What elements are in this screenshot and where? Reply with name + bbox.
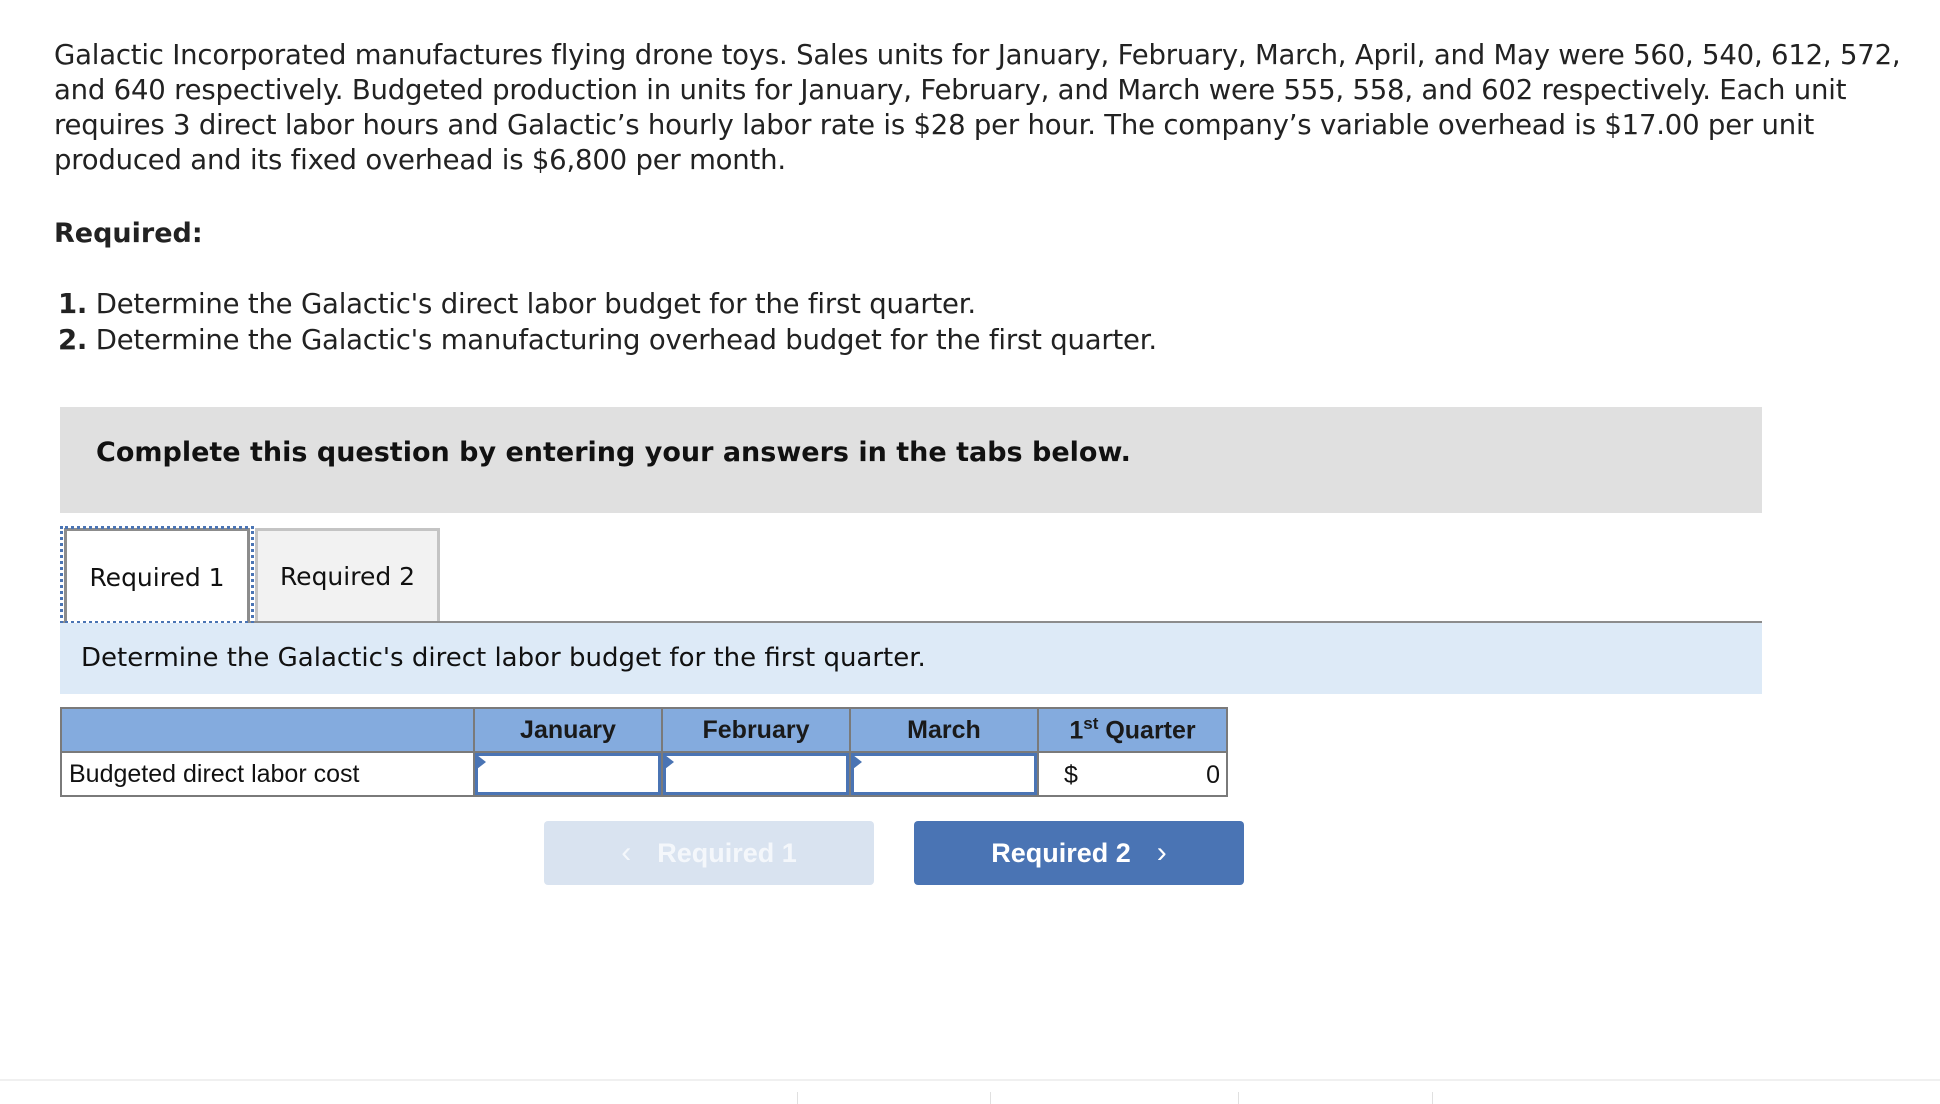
input-flag-icon (477, 755, 486, 769)
tab-required-1[interactable]: Required 1 (64, 528, 250, 623)
quarter-total-cell: $ 0 (1037, 751, 1228, 797)
march-input[interactable] (851, 753, 1037, 795)
february-cell (661, 751, 851, 797)
january-input[interactable] (475, 753, 661, 795)
tab-required-2[interactable]: Required 2 (255, 528, 440, 621)
chevron-left-icon: ‹ (621, 836, 632, 869)
tab-label: Required 2 (279, 561, 416, 591)
footer-divider (0, 1079, 1940, 1081)
requirement-item: 2. Determine the Galactic's manufacturin… (58, 322, 1157, 358)
instruction-text: Complete this question by entering your … (96, 437, 1131, 468)
prev-required-button[interactable]: ‹ Required 1 (544, 821, 874, 885)
table-row: Budgeted direct labor cost $ 0 (60, 751, 1228, 797)
next-required-button[interactable]: Required 2 › (914, 821, 1244, 885)
currency-symbol: $ (1064, 761, 1078, 789)
january-cell (473, 751, 663, 797)
requirement-text: Determine the Galactic's manufacturing o… (95, 324, 1157, 356)
footer-separator (990, 1092, 991, 1104)
header-february: February (661, 707, 851, 753)
instruction-banner: Complete this question by entering your … (60, 407, 1762, 513)
input-flag-icon (665, 755, 674, 769)
requirement-number: 2. (58, 324, 88, 356)
required-heading: Required: (54, 218, 203, 249)
requirement-item: 1. Determine the Galactic's direct labor… (58, 286, 1157, 322)
requirements-list: 1. Determine the Galactic's direct labor… (58, 286, 1157, 358)
tab-label: Required 1 (89, 562, 225, 592)
header-1st-quarter: 1st Quarter (1037, 707, 1228, 753)
next-button-label: Required 2 (991, 837, 1131, 868)
input-flag-icon (853, 755, 862, 769)
footer-separator (1432, 1092, 1433, 1104)
header-quarter-ordinal: st (1083, 714, 1099, 734)
task-prompt: Determine the Galactic's direct labor bu… (81, 643, 926, 673)
header-january: January (473, 707, 663, 753)
header-march: March (849, 707, 1039, 753)
footer-separator (797, 1092, 798, 1104)
header-quarter-number: 1 (1069, 716, 1084, 745)
tab-bar: Required 1 Required 2 (60, 526, 1762, 624)
header-quarter-word: Quarter (1098, 716, 1196, 745)
prev-button-label: Required 1 (657, 837, 797, 868)
direct-labor-budget-table: January February March 1st Quarter Budge… (60, 707, 1228, 797)
table-header-row: January February March 1st Quarter (60, 707, 1228, 753)
header-blank (60, 707, 475, 753)
row-label: Budgeted direct labor cost (60, 751, 475, 797)
footer-separator (1238, 1092, 1239, 1104)
march-cell (849, 751, 1039, 797)
task-prompt-bar: Determine the Galactic's direct labor bu… (60, 623, 1762, 694)
quarter-total-value: 0 (1206, 761, 1220, 789)
february-input[interactable] (663, 753, 849, 795)
requirement-number: 1. (58, 288, 88, 320)
chevron-right-icon: › (1156, 836, 1167, 869)
requirement-text: Determine the Galactic's direct labor bu… (95, 288, 976, 320)
problem-statement: Galactic Incorporated manufactures flyin… (54, 39, 1901, 176)
